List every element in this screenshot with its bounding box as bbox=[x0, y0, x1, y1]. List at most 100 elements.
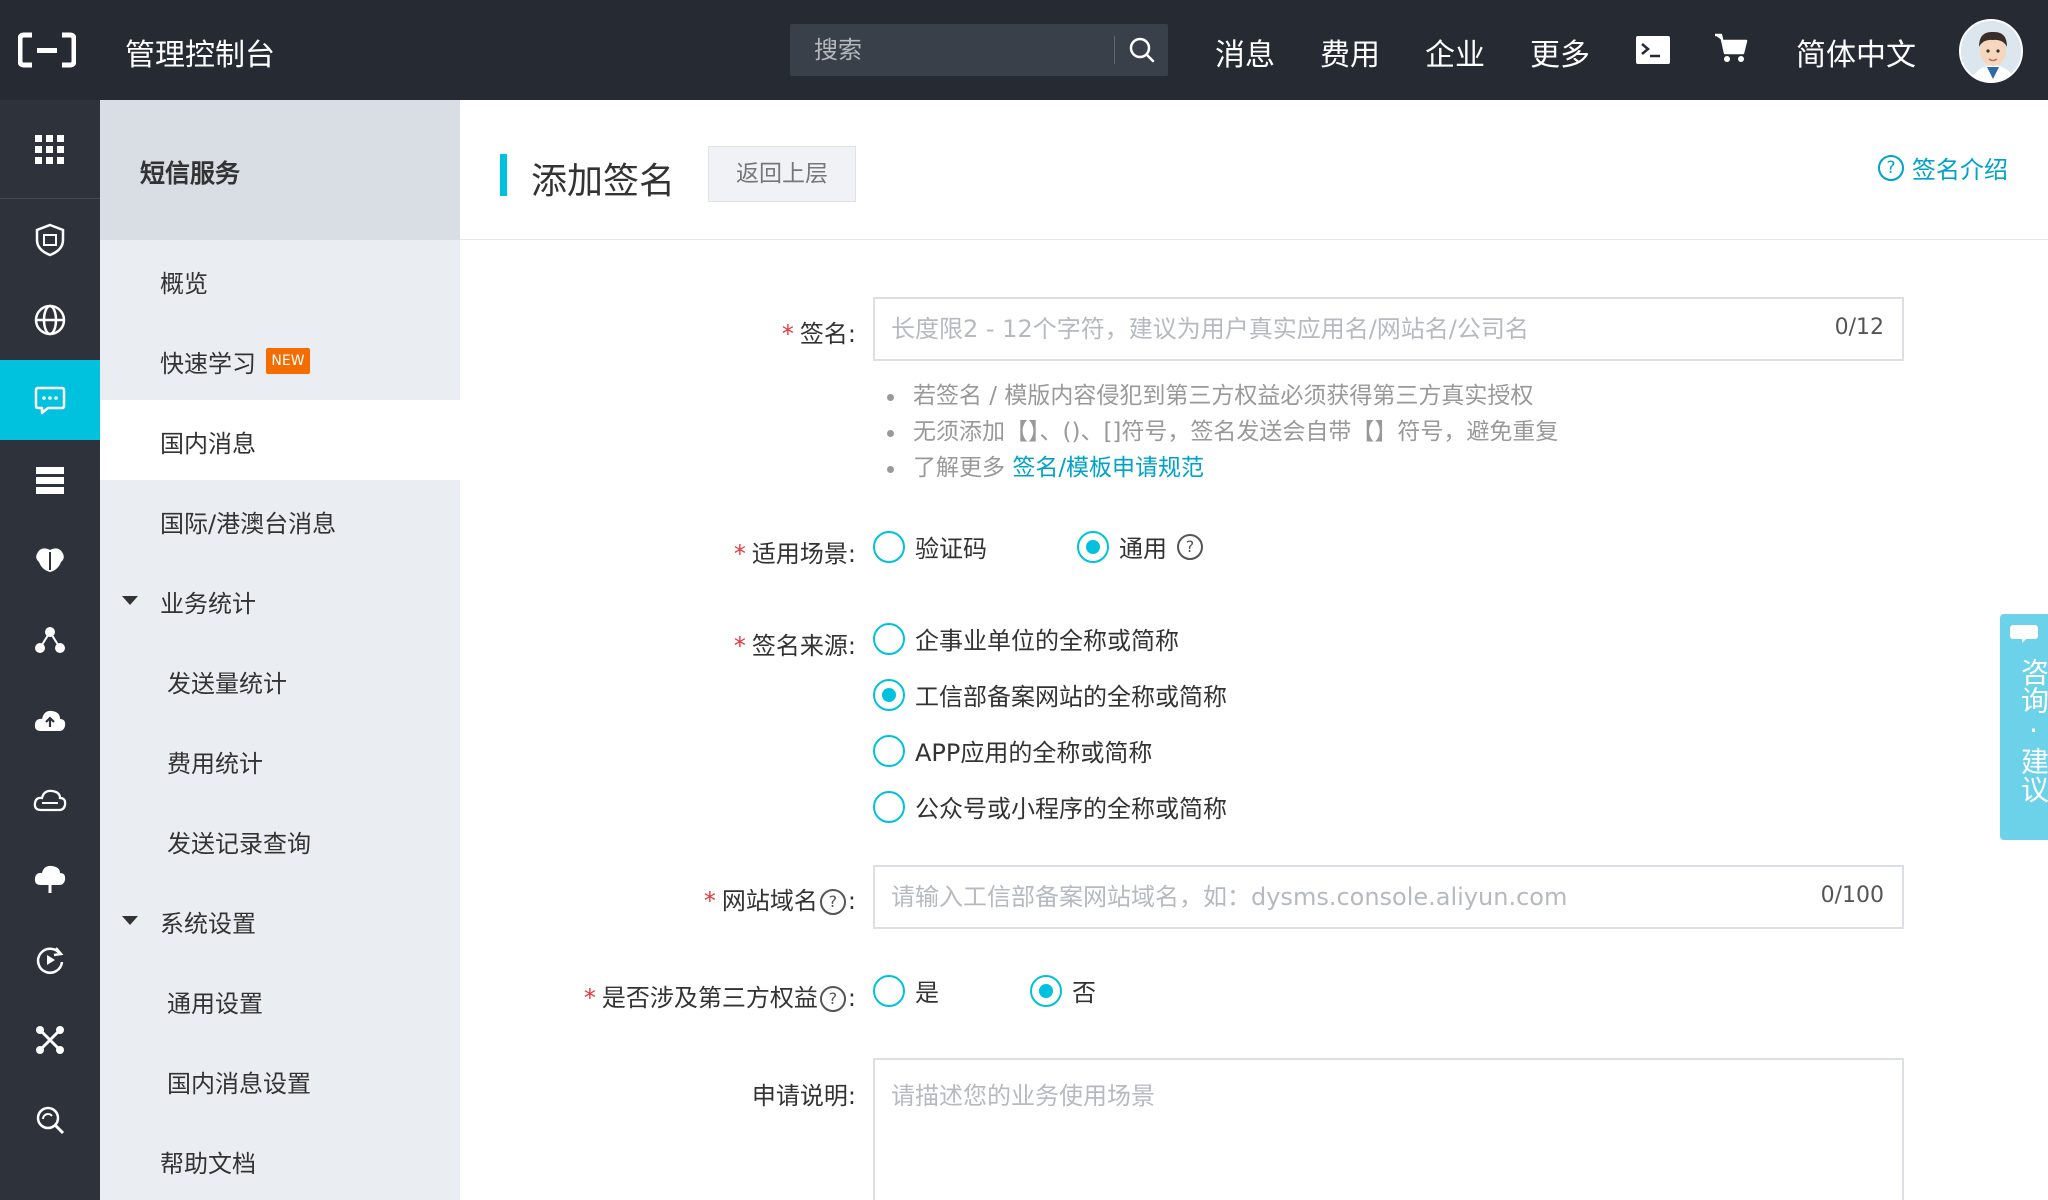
rail-media[interactable] bbox=[0, 920, 100, 1000]
sidebar-item-label: 发送记录查询 bbox=[167, 830, 311, 858]
sidebar-item-send-records[interactable]: 发送记录查询 bbox=[100, 800, 460, 880]
sidebar-item-label: 国际/港澳台消息 bbox=[160, 510, 337, 538]
signature-field: 0/12 bbox=[873, 297, 1904, 361]
rail-separator bbox=[0, 198, 100, 199]
source-option-enterprise[interactable]: 企事业单位的全称或简称 bbox=[873, 621, 1179, 656]
source-option-official-account[interactable]: 公众号或小程序的全称或简称 bbox=[873, 789, 1227, 824]
description-textarea[interactable] bbox=[875, 1060, 1902, 1200]
globe-icon bbox=[34, 304, 66, 336]
signature-counter: 0/12 bbox=[1834, 315, 1884, 340]
source-option-app[interactable]: APP应用的全称或简称 bbox=[873, 733, 1152, 768]
help-circle-icon[interactable]: ? bbox=[819, 986, 846, 1012]
rail-security[interactable] bbox=[0, 200, 100, 280]
refresh-play-icon bbox=[36, 947, 64, 974]
chat-bubble-icon bbox=[2010, 625, 2038, 643]
avatar-face-icon bbox=[1961, 21, 2021, 81]
scene-option-verify[interactable]: 验证码 bbox=[873, 529, 987, 564]
signature-intro-link[interactable]: ? 签名介绍 bbox=[1878, 150, 2008, 185]
sidebar-item-label: 业务统计 bbox=[160, 590, 256, 618]
spec-link[interactable]: 签名/模板申请规范 bbox=[1012, 455, 1204, 481]
third-party-option-no[interactable]: 否 bbox=[1030, 973, 1096, 1008]
scene-label-text: 适用场景: bbox=[751, 540, 856, 568]
radio-label: 公众号或小程序的全称或简称 bbox=[915, 795, 1227, 823]
rail-search[interactable] bbox=[0, 1080, 100, 1160]
help-circle-icon[interactable]: ? bbox=[819, 889, 846, 915]
domain-label: * 网站域名?: bbox=[703, 887, 856, 915]
signature-input[interactable] bbox=[875, 299, 1775, 359]
sidebar-item-overview[interactable]: 概览 bbox=[100, 240, 460, 320]
rail-cluster[interactable] bbox=[0, 600, 100, 680]
cloud-up-icon bbox=[34, 710, 66, 731]
feedback-tab[interactable]: 咨询·建议 bbox=[2000, 614, 2048, 840]
sidebar-item-send-stats[interactable]: 发送量统计 bbox=[100, 640, 460, 720]
brain-icon bbox=[36, 548, 64, 572]
required-mark: * bbox=[733, 632, 746, 660]
rail-sms[interactable] bbox=[0, 360, 100, 440]
cart-icon[interactable] bbox=[1714, 32, 1748, 64]
radio-label: 工信部备案网站的全称或简称 bbox=[915, 683, 1227, 711]
nav-enterprise[interactable]: 企业 bbox=[1425, 30, 1485, 74]
rail-ai[interactable] bbox=[0, 520, 100, 600]
sidebar-item-domestic[interactable]: 国内消息 bbox=[100, 400, 460, 480]
sidebar-item-fee-stats[interactable]: 费用统计 bbox=[100, 720, 460, 800]
new-badge: NEW bbox=[266, 348, 310, 374]
scene-option-general[interactable]: 通用 ? bbox=[1077, 529, 1205, 564]
third-party-label: * 是否涉及第三方权益?: bbox=[583, 984, 856, 1012]
help-circle-icon: ? bbox=[1878, 154, 1904, 181]
terminal-icon[interactable] bbox=[1636, 36, 1670, 64]
rail-products[interactable] bbox=[0, 110, 100, 190]
domain-counter: 0/100 bbox=[1820, 883, 1884, 908]
help-circle-icon[interactable]: ? bbox=[1177, 533, 1203, 560]
radio-circle bbox=[873, 622, 905, 655]
radio-label: 验证码 bbox=[915, 535, 987, 563]
hint-more-text: 了解更多 bbox=[913, 455, 1013, 481]
content-header: 添加签名 返回上层 ? 签名介绍 bbox=[460, 100, 2048, 240]
grid-icon bbox=[35, 135, 64, 164]
caret-down-icon bbox=[122, 596, 138, 605]
rail-storage[interactable] bbox=[0, 440, 100, 520]
nav-billing[interactable]: 费用 bbox=[1320, 30, 1380, 74]
console-title[interactable]: 管理控制台 bbox=[125, 30, 275, 74]
domain-input[interactable] bbox=[875, 867, 1775, 927]
top-bar: 管理控制台 消息 费用 企业 更多 简体中文 bbox=[0, 0, 2048, 100]
nodes-icon bbox=[35, 627, 65, 653]
nav-messages[interactable]: 消息 bbox=[1215, 30, 1275, 74]
sidebar-item-domestic-settings[interactable]: 国内消息设置 bbox=[100, 1040, 460, 1120]
sidebar-item-label: 通用设置 bbox=[167, 990, 263, 1018]
rail-cloud-upload[interactable] bbox=[0, 680, 100, 760]
language-switch[interactable]: 简体中文 bbox=[1796, 30, 1916, 74]
rail-cloud[interactable] bbox=[0, 760, 100, 840]
hint-item: 无须添加【】、()、[]符号，签名发送会自带【】符号，避免重复 bbox=[885, 414, 1558, 450]
nav-more[interactable]: 更多 bbox=[1530, 30, 1590, 74]
sidebar-item-quick-learn[interactable]: 快速学习 NEW bbox=[100, 320, 460, 400]
source-option-website[interactable]: 工信部备案网站的全称或简称 bbox=[873, 677, 1227, 712]
rail-network[interactable] bbox=[0, 280, 100, 360]
required-mark: * bbox=[733, 540, 746, 568]
radio-circle-checked bbox=[1030, 974, 1062, 1007]
search-input[interactable] bbox=[790, 24, 1114, 76]
signature-intro-label: 签名介绍 bbox=[1912, 156, 2008, 184]
hint-item: 了解更多 签名/模板申请规范 bbox=[885, 450, 1558, 486]
sidebar-item-international[interactable]: 国际/港澳台消息 bbox=[100, 480, 460, 560]
hint-item: 若签名 / 模版内容侵犯到第三方权益必须获得第三方真实授权 bbox=[885, 378, 1558, 414]
radio-label: 是 bbox=[915, 979, 939, 1007]
sidebar-item-label: 帮助文档 bbox=[160, 1150, 256, 1178]
sidebar-group-statistics[interactable]: 业务统计 bbox=[100, 560, 460, 640]
radio-label: 否 bbox=[1072, 979, 1096, 1007]
aliyun-logo-icon[interactable] bbox=[18, 32, 76, 68]
title-accent-bar bbox=[500, 154, 507, 196]
user-avatar[interactable] bbox=[1959, 19, 2023, 83]
back-button[interactable]: 返回上层 bbox=[708, 146, 856, 202]
search-icon[interactable] bbox=[1116, 24, 1168, 76]
rail-cdn[interactable] bbox=[0, 840, 100, 920]
sidebar-group-settings[interactable]: 系统设置 bbox=[100, 880, 460, 960]
sidebar-item-general-settings[interactable]: 通用设置 bbox=[100, 960, 460, 1040]
source-label: * 签名来源: bbox=[734, 626, 856, 661]
radio-label: 企事业单位的全称或简称 bbox=[915, 627, 1179, 655]
radio-label: 通用 bbox=[1119, 535, 1167, 563]
rail-tools[interactable] bbox=[0, 1000, 100, 1080]
third-party-option-yes[interactable]: 是 bbox=[873, 973, 939, 1008]
radio-circle-checked bbox=[1077, 530, 1109, 563]
sidebar-item-help-docs[interactable]: 帮助文档 bbox=[100, 1120, 460, 1200]
cloud-arrow-icon bbox=[34, 865, 66, 893]
